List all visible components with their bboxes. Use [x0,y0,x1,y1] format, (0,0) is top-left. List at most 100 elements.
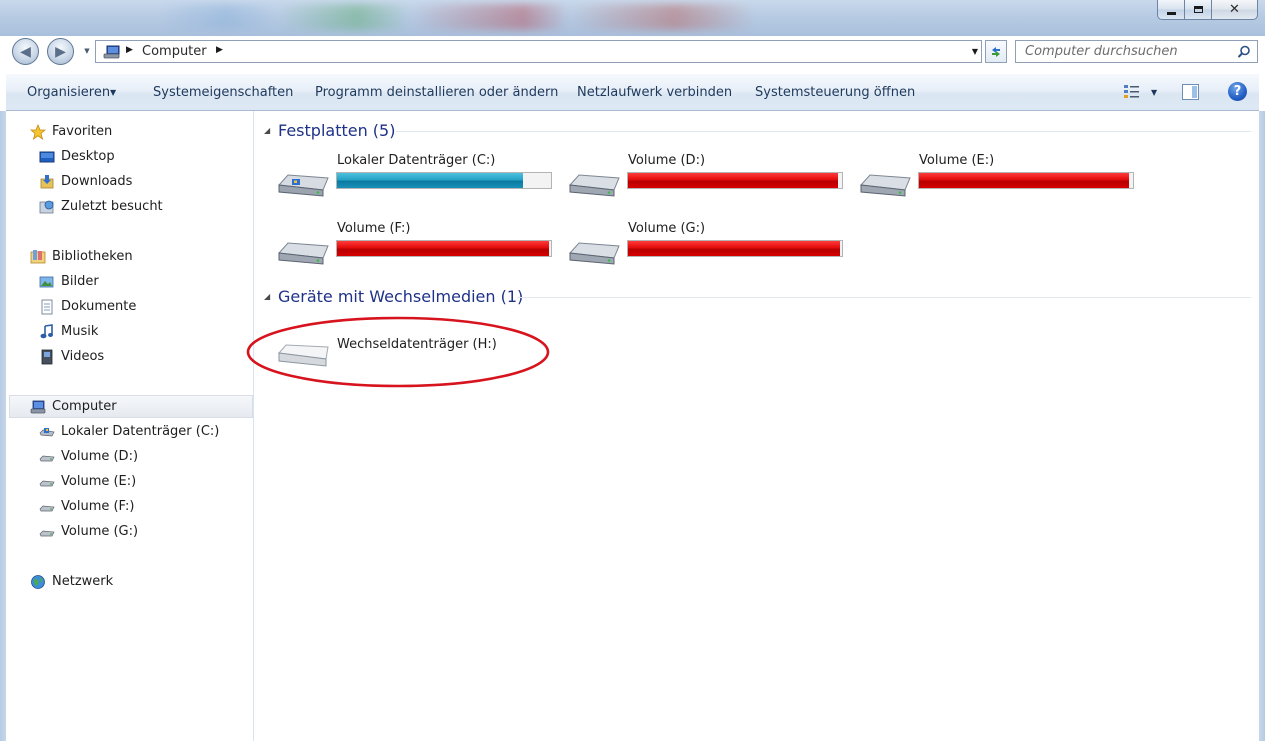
title-bar[interactable]: ✕ [0,0,1265,36]
computer-icon [103,45,120,59]
breadcrumb-separator-icon[interactable]: ▶ [126,45,133,55]
removable-drive-icon [278,344,329,367]
recent-places-icon [39,200,54,214]
forward-button[interactable]: ▶ [47,38,74,65]
group-divider [396,131,1251,132]
back-button[interactable]: ◀ [12,38,39,65]
videos-icon [41,349,53,365]
music-icon [40,324,53,339]
drive-icon [39,505,55,512]
nav-computer-label: Computer [52,399,117,414]
drive-icon [39,530,55,537]
search-input[interactable] [1016,41,1234,62]
nav-network-label: Netzwerk [52,574,114,589]
nav-item-label: Volume (D:) [61,449,139,464]
capacity-bar [336,172,552,189]
group-divider [517,297,1251,298]
drive-tile-c[interactable]: Lokaler Datenträger (C:) [276,153,561,213]
drive-icon [39,480,55,487]
collapse-arrow-icon[interactable]: ◢ [264,292,270,301]
caption-buttons: ✕ [1157,0,1258,22]
libraries-icon [30,250,46,264]
nav-item-label: Volume (G:) [61,524,139,539]
computer-icon [30,400,46,414]
drive-icon [568,242,620,265]
minimize-icon [1166,11,1176,15]
nav-item-label: Volume (E:) [61,474,137,489]
system-drive-icon [39,428,55,437]
chevron-down-icon[interactable]: ▼ [110,84,116,102]
nav-item-label: Desktop [61,149,115,164]
nav-favorites-label: Favoriten [52,124,113,139]
refresh-icon [992,46,1000,57]
nav-item-label: Lokaler Datenträger (C:) [61,424,220,439]
close-icon: ✕ [1229,2,1240,17]
capacity-bar [336,240,552,257]
collapse-arrow-icon[interactable]: ◢ [264,126,270,135]
capacity-bar-fill [628,241,840,256]
capacity-bar [627,172,843,189]
search-icon[interactable] [1237,45,1251,59]
capacity-bar-fill [919,173,1129,188]
chevron-down-icon[interactable]: ▼ [1151,84,1157,102]
refresh-button[interactable] [985,40,1007,63]
preview-pane-icon[interactable] [1182,84,1199,100]
capacity-info [628,259,778,270]
help-icon[interactable]: ? [1228,82,1247,101]
drive-icon [277,242,329,265]
drive-name: Volume (D:) [628,153,706,168]
search-box[interactable] [1015,40,1258,63]
uninstall-program-button[interactable]: Programm deinstallieren oder ändern [315,84,558,102]
nav-item-label: Bilder [61,274,99,289]
capacity-bar [918,172,1134,189]
nav-item-label: Volume (F:) [61,499,135,514]
drive-tile-g[interactable]: Volume (G:) [567,221,852,281]
capacity-info [628,191,778,202]
nav-item-label: Dokumente [61,299,137,314]
back-arrow-icon: ◀ [20,43,31,60]
minimize-button[interactable] [1157,0,1185,20]
system-drive-icon [277,174,329,197]
drive-name: Lokaler Datenträger (C:) [337,153,496,168]
nav-item-label: Videos [61,349,105,364]
explorer-window: ✕ ◀ ▶ ▼ ▶ Computer ▶ ▼ Organisieren [0,0,1265,741]
group-title: Geräte mit Wechselmedien (1) [278,287,524,306]
chevron-down-icon[interactable]: ▼ [972,47,978,56]
map-network-drive-button[interactable]: Netzlaufwerk verbinden [577,84,732,102]
organize-button[interactable]: Organisieren [27,84,110,102]
content-pane: ◢ Festplatten (5) Lokaler Datenträger (C… [255,111,1259,741]
forward-arrow-icon: ▶ [55,43,66,60]
view-options-icon[interactable] [1123,84,1141,100]
nav-libraries-label: Bibliotheken [52,249,133,264]
maximize-icon [1193,6,1203,13]
documents-icon [41,299,53,315]
drive-tile-f[interactable]: Volume (F:) [276,221,561,281]
command-bar: Organisieren ▼ Systemeigenschaften Progr… [6,73,1259,111]
breadcrumb-separator-icon[interactable]: ▶ [216,45,223,55]
capacity-info [919,191,1069,202]
open-control-panel-button[interactable]: Systemsteuerung öffnen [755,84,915,102]
drive-icon [39,455,55,462]
drive-icon [568,174,620,197]
drive-tile-d[interactable]: Volume (D:) [567,153,852,213]
downloads-icon [40,175,54,189]
recent-pages-dropdown[interactable]: ▼ [82,46,92,56]
drive-tile-h[interactable]: Wechseldatenträger (H:) [272,333,562,373]
capacity-bar [627,240,843,257]
nav-item-label: Downloads [61,174,133,189]
drive-tile-e[interactable]: Volume (E:) [858,153,1143,213]
close-button[interactable]: ✕ [1212,0,1258,20]
breadcrumb-computer[interactable]: Computer [142,44,207,59]
navigation-pane: Favoriten Desktop Downloads Zuletzt besu… [6,111,254,741]
capacity-bar-fill [337,241,549,256]
group-title: Festplatten (5) [278,121,396,140]
address-bar[interactable]: ▶ Computer ▶ ▼ [95,40,982,63]
star-icon [30,124,46,140]
desktop-icon [39,151,55,163]
drive-name: Volume (F:) [337,221,411,236]
maximize-button[interactable] [1185,0,1212,20]
drive-name: Volume (E:) [919,153,995,168]
system-properties-button[interactable]: Systemeigenschaften [153,84,293,102]
capacity-info [337,259,487,270]
capacity-bar-fill [628,173,838,188]
